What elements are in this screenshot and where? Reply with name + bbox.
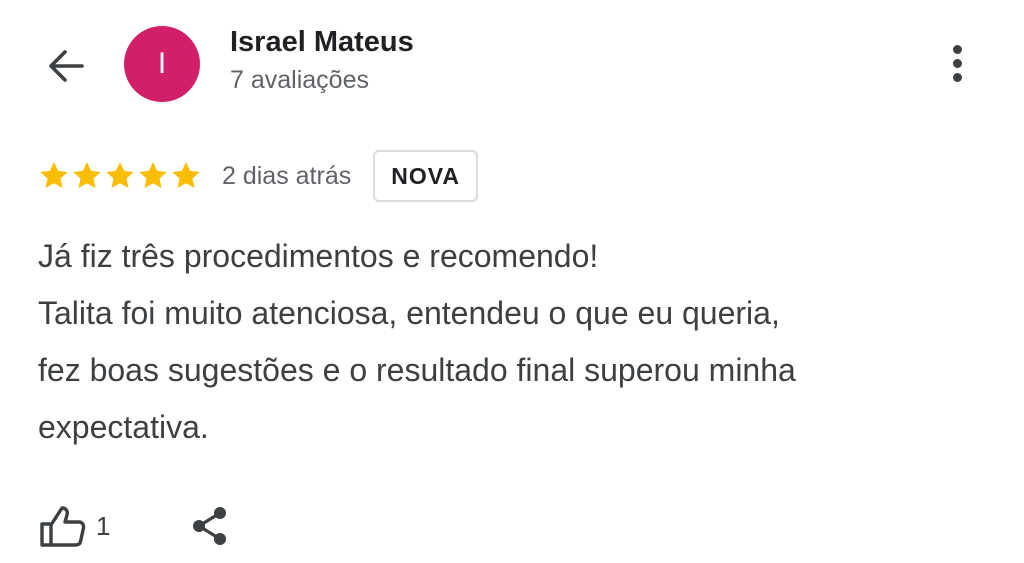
review-text-line: Talita foi muito atenciosa, entendeu o q… — [38, 295, 780, 331]
review-text: Já fiz três procedimentos e recomendo! Ta… — [38, 228, 998, 456]
star-icon — [73, 162, 101, 188]
more-vertical-icon-dot — [952, 58, 962, 68]
like-count: 1 — [96, 510, 111, 541]
like-button[interactable]: 1 — [38, 504, 110, 548]
reviewer-name[interactable]: Israel Mateus — [230, 26, 414, 59]
avatar[interactable]: I — [124, 26, 200, 102]
review-screen: I Israel Mateus 7 avaliações 2 dias atrá… — [0, 0, 1024, 563]
thumbs-up-icon — [40, 506, 86, 547]
arrow-back-icon — [49, 50, 84, 82]
avatar-initial: I — [157, 47, 167, 80]
star-icon — [106, 162, 134, 188]
new-badge: NOVA — [373, 150, 478, 202]
star-rating — [38, 160, 202, 192]
star-icon — [139, 162, 167, 188]
review-count: 7 avaliações — [230, 66, 369, 94]
share-button[interactable] — [188, 504, 232, 548]
rating-row: 2 dias atrás NOVA — [38, 150, 478, 202]
review-date: 2 dias atrás — [222, 161, 352, 190]
star-icon — [172, 162, 200, 188]
review-text-line: Já fiz três procedimentos e recomendo! — [38, 238, 599, 274]
more-vertical-icon-dot — [952, 72, 962, 82]
more-vertical-icon-dot — [952, 44, 962, 54]
more-options-button[interactable] — [936, 38, 978, 88]
review-text-line: fez boas sugestões e o resultado final s… — [38, 352, 796, 388]
star-icon — [40, 162, 68, 188]
review-actions: 1 — [38, 500, 232, 552]
back-button[interactable] — [40, 40, 92, 92]
review-text-line: expectativa. — [38, 409, 209, 445]
share-icon — [193, 507, 227, 545]
